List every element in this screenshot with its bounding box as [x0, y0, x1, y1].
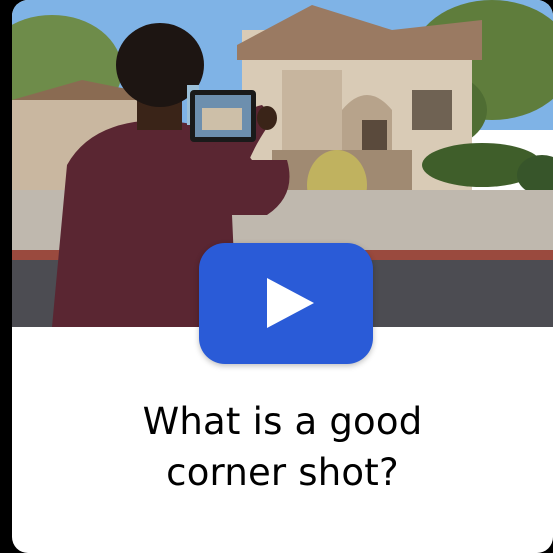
video-caption: What is a good corner shot? [12, 396, 553, 498]
video-card[interactable]: What is a good corner shot? [12, 0, 553, 553]
caption-line-2: corner shot? [166, 451, 399, 494]
play-icon [267, 278, 314, 328]
play-button[interactable] [199, 243, 373, 364]
caption-line-1: What is a good [142, 400, 423, 443]
